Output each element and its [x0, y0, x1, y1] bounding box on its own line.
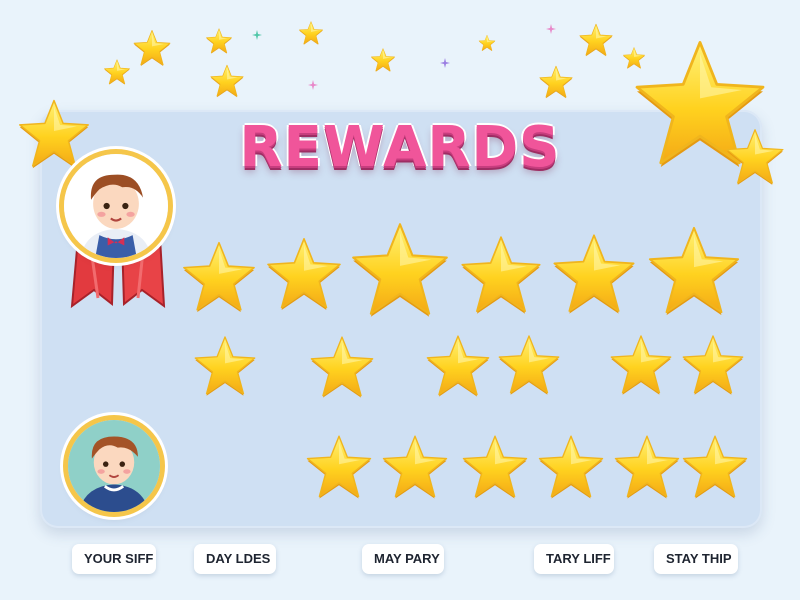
- star-icon: [16, 96, 92, 172]
- sparkle-icon: [546, 24, 556, 34]
- label-may-pary[interactable]: MAY PARY: [362, 544, 444, 574]
- child-avatar-icon: [64, 154, 168, 258]
- reward-star[interactable]: [680, 332, 746, 398]
- reward-star[interactable]: [460, 432, 530, 502]
- star-icon: [478, 34, 496, 52]
- label-tary-liff[interactable]: TARY LIFF: [534, 544, 614, 574]
- reward-star[interactable]: [608, 332, 674, 398]
- star-icon: [370, 47, 396, 73]
- reward-star[interactable]: [264, 234, 344, 314]
- reward-star[interactable]: [380, 432, 450, 502]
- reward-star[interactable]: [612, 432, 682, 502]
- star-icon: [724, 126, 786, 188]
- label-your-siff[interactable]: YOUR SIFF: [72, 544, 156, 574]
- reward-star[interactable]: [424, 332, 492, 400]
- reward-star[interactable]: [550, 230, 638, 318]
- star-icon: [298, 20, 324, 46]
- reward-star[interactable]: [180, 238, 258, 316]
- reward-star[interactable]: [192, 333, 258, 399]
- child-avatar-icon: [68, 420, 160, 512]
- sparkle-icon: [440, 58, 450, 68]
- sparkle-icon: [308, 80, 318, 90]
- star-icon: [538, 64, 574, 100]
- reward-star[interactable]: [645, 222, 743, 320]
- reward-star[interactable]: [458, 232, 544, 318]
- rewards-page: REWARDS YOUR SIFF DAY LDES MAY PARY TARY…: [0, 0, 800, 600]
- page-title: REWARDS: [239, 115, 561, 180]
- sparkle-icon: [252, 30, 262, 40]
- reward-star[interactable]: [496, 332, 562, 398]
- reward-star[interactable]: [304, 432, 374, 502]
- reward-star[interactable]: [680, 432, 750, 502]
- star-icon: [205, 27, 233, 55]
- reward-star[interactable]: [536, 432, 606, 502]
- star-icon: [578, 22, 614, 58]
- label-stay-thip[interactable]: STAY THIP: [654, 544, 738, 574]
- label-day-ldes[interactable]: DAY LDES: [194, 544, 276, 574]
- star-icon: [132, 28, 172, 68]
- star-icon: [209, 63, 245, 99]
- reward-star[interactable]: [308, 333, 376, 401]
- star-icon: [103, 58, 131, 86]
- reward-star[interactable]: [348, 218, 452, 322]
